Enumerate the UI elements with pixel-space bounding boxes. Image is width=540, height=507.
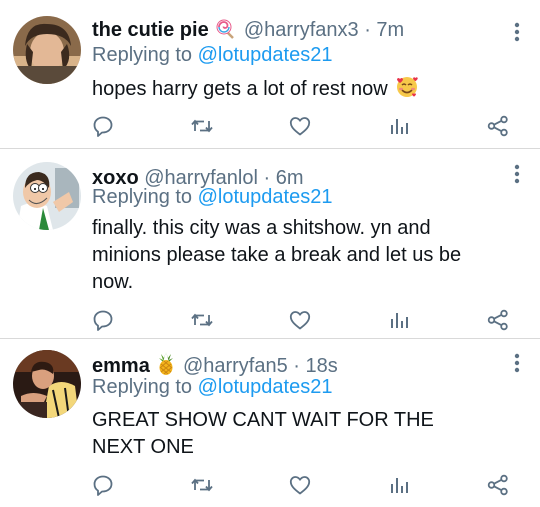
tweet-text: hopes harry gets a lot of rest now (92, 74, 500, 106)
mention-link[interactable]: @lotupdates21 (198, 376, 333, 398)
more-options-icon[interactable] (514, 164, 520, 189)
tweet-actions (0, 473, 540, 497)
avatar[interactable] (13, 350, 81, 418)
analytics-icon[interactable] (387, 308, 411, 332)
analytics-icon[interactable] (387, 473, 411, 497)
analytics-icon[interactable] (387, 114, 411, 138)
replying-to: Replying to @lotupdates21 (92, 185, 332, 209)
tweet[interactable]: the cutie pie @harryfanx3 · 7m Replying … (0, 0, 540, 149)
replying-prefix: Replying to (92, 186, 193, 208)
like-icon[interactable] (288, 308, 312, 332)
reply-icon[interactable] (91, 114, 115, 138)
tweet-text-content: hopes harry gets a lot of rest now (92, 78, 388, 100)
timestamp[interactable]: · 7m (364, 19, 404, 41)
tweet-text: GREAT SHOW CANT WAIT FOR THE NEXT ONE (92, 407, 492, 461)
tweet[interactable]: xoxo @harryfanlol · 6m Replying to @lotu… (0, 148, 540, 339)
retweet-icon[interactable] (190, 308, 214, 332)
display-name[interactable]: emma (92, 355, 150, 377)
display-name[interactable]: the cutie pie (92, 19, 209, 41)
like-icon[interactable] (288, 473, 312, 497)
share-icon[interactable] (486, 473, 510, 497)
replying-to: Replying to @lotupdates21 (92, 43, 332, 67)
user-handle[interactable]: @harryfanx3 (244, 19, 359, 41)
replying-prefix: Replying to (92, 376, 193, 398)
tweet[interactable]: emma @harryfan5 · 18s Replying to @lotup… (0, 338, 540, 507)
mention-link[interactable]: @lotupdates21 (198, 186, 333, 208)
avatar[interactable] (13, 16, 81, 84)
more-options-icon[interactable] (514, 22, 520, 47)
share-icon[interactable] (486, 308, 510, 332)
reply-icon[interactable] (91, 473, 115, 497)
tweet-actions (0, 308, 540, 332)
more-options-icon[interactable] (514, 353, 520, 378)
mention-link[interactable]: @lotupdates21 (198, 44, 333, 66)
user-handle[interactable]: @harryfan5 (183, 355, 288, 377)
replying-to: Replying to @lotupdates21 (92, 375, 332, 399)
avatar[interactable] (13, 162, 81, 230)
smiling-face-with-hearts-emoji (395, 74, 419, 106)
reply-icon[interactable] (91, 308, 115, 332)
retweet-icon[interactable] (190, 114, 214, 138)
lollipop-emoji (216, 19, 236, 45)
tweet-header: the cutie pie @harryfanx3 · 7m (92, 18, 500, 45)
tweet-actions (0, 114, 540, 138)
tweet-text: finally. this city was a shitshow. yn an… (92, 215, 492, 296)
like-icon[interactable] (288, 114, 312, 138)
tweet-text-content: GREAT SHOW CANT WAIT FOR THE NEXT ONE (92, 409, 434, 458)
retweet-icon[interactable] (190, 473, 214, 497)
timestamp[interactable]: · 18s (293, 355, 337, 377)
replying-prefix: Replying to (92, 44, 193, 66)
share-icon[interactable] (486, 114, 510, 138)
tweet-text-content: finally. this city was a shitshow. yn an… (92, 217, 462, 293)
